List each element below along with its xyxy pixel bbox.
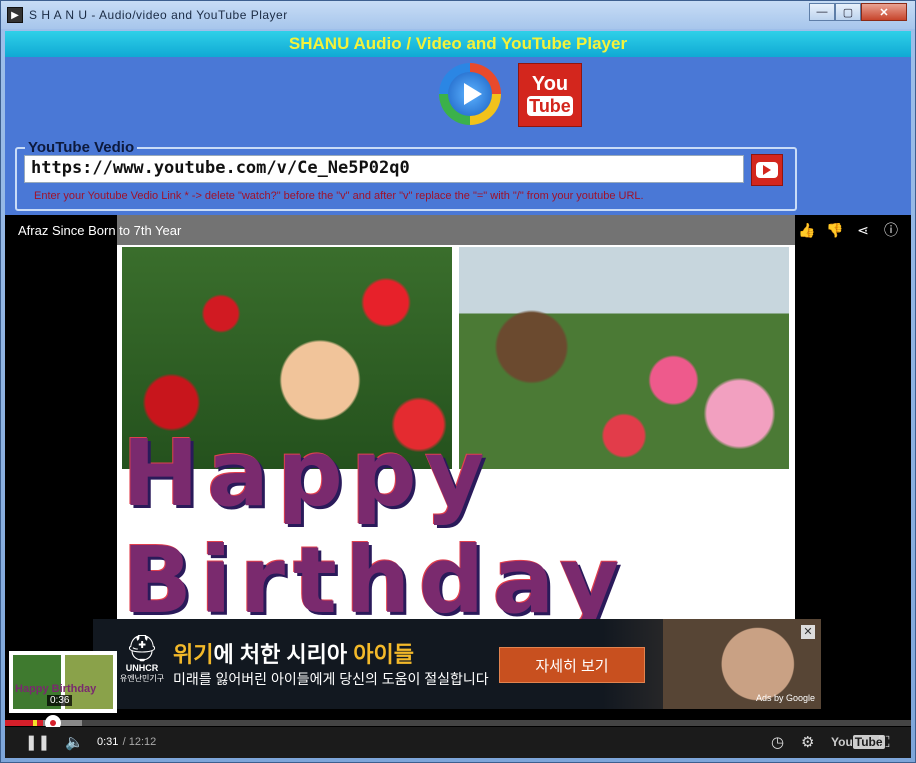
pause-icon[interactable]: ❚❚ xyxy=(25,732,50,752)
unhcr-logo-name: UNHCR xyxy=(125,663,159,673)
youtube-url-group: YouTube Vedio https://www.youtube.com/v/… xyxy=(15,139,797,211)
ad-banner[interactable]: ⛑ UNHCR 유엔난민기구 위기에 처한 시리아 아이들 미래를 잃어버린 아… xyxy=(93,619,821,709)
thumbs-down-icon[interactable]: 👎 xyxy=(825,220,845,240)
minimize-button[interactable]: — xyxy=(809,3,835,21)
play-triangle-icon xyxy=(763,165,771,175)
app-icon: ▶ xyxy=(7,7,23,23)
youtube-url-legend: YouTube Vedio xyxy=(25,139,138,156)
volume-icon[interactable]: 🔈 xyxy=(65,732,84,752)
fullscreen-icon[interactable]: ⛶ xyxy=(879,732,890,752)
ad-marker xyxy=(33,720,37,726)
unhcr-logo: ⛑ UNHCR 유엔난민기구 xyxy=(119,633,165,693)
current-time: 0:31 xyxy=(97,736,119,748)
media-player-inner xyxy=(448,72,492,116)
close-button[interactable]: ✕ xyxy=(861,3,907,21)
logo-row: You Tube xyxy=(5,57,911,131)
youtube-player[interactable]: Happy Birthday Afraz Since Born to 7th Y… xyxy=(5,215,911,758)
ads-by-google[interactable]: Ads by Google xyxy=(756,693,815,703)
youtube-play-button[interactable] xyxy=(751,154,783,186)
ad-headline: 위기에 처한 시리아 아이들 xyxy=(173,637,414,669)
header-band: SHANU Audio / Video and YouTube Player xyxy=(5,31,911,57)
app-title: SHANU Audio / Video and YouTube Player xyxy=(288,34,628,53)
url-hint: Enter your Youtube Vedio Link * -> delet… xyxy=(34,190,644,202)
play-icon xyxy=(463,83,482,105)
title-bar[interactable]: ▶ S H A N U - Audio/video and YouTube Pl… xyxy=(1,1,915,29)
duration: / 12:12 xyxy=(122,736,157,748)
youtube-brand-you: You xyxy=(831,735,853,749)
youtube-logo-you: You xyxy=(531,73,569,95)
video-overlay-text: Happy Birthday xyxy=(122,420,628,634)
video-frame[interactable]: Happy Birthday xyxy=(117,215,795,634)
scrub-preview-text: Happy Birthday xyxy=(15,683,97,695)
unhcr-logo-icon: ⛑ xyxy=(125,633,159,663)
settings-gear-icon[interactable]: ⚙ xyxy=(801,732,814,752)
scrub-preview: Happy Birthday 0:36 xyxy=(9,651,117,713)
ad-headline-part3: 아이들 xyxy=(353,642,414,667)
scrub-preview-time: 0:36 xyxy=(47,695,73,706)
watch-later-icon[interactable]: ◷ xyxy=(771,732,784,752)
window-controls: — ▢ ✕ xyxy=(809,3,907,21)
app-window: ▶ S H A N U - Audio/video and YouTube Pl… xyxy=(0,0,916,763)
video-actions: 👍 👎 ⋖ ⓘ xyxy=(797,220,901,240)
ad-close-button[interactable]: ✕ xyxy=(801,625,815,639)
window-title: S H A N U - Audio/video and YouTube Play… xyxy=(29,8,288,22)
video-title[interactable]: Afraz Since Born to 7th Year xyxy=(18,223,181,238)
ad-headline-part1: 위기 xyxy=(173,642,214,667)
video-title-bar: Afraz Since Born to 7th Year 👍 👎 ⋖ ⓘ xyxy=(5,215,911,245)
progress-bar[interactable] xyxy=(5,715,911,731)
ad-headline-part2: 에 처한 시리아 xyxy=(213,642,354,667)
youtube-logo-icon[interactable]: You Tube xyxy=(518,63,582,127)
ad-subline: 미래를 잃어버린 아이들에게 당신의 도움이 절실합니다 xyxy=(173,671,489,687)
share-icon[interactable]: ⋖ xyxy=(853,220,873,240)
youtube-brand[interactable]: You Tube xyxy=(831,732,885,752)
client-area: SHANU Audio / Video and YouTube Player Y… xyxy=(5,31,911,758)
maximize-button[interactable]: ▢ xyxy=(835,3,861,21)
progress-played xyxy=(5,720,44,726)
player-controls: ❚❚ 🔈 0:31 / 12:12 ◷ ⚙ You Tube ⛶ xyxy=(5,727,911,758)
media-player-icon[interactable] xyxy=(439,63,501,125)
info-icon[interactable]: ⓘ xyxy=(881,220,901,240)
youtube-logo-tube: Tube xyxy=(527,96,573,116)
youtube-url-input[interactable]: https://www.youtube.com/v/Ce_Ne5P02q0 xyxy=(24,155,744,183)
unhcr-logo-kr: 유엔난민기구 xyxy=(119,674,165,683)
thumbs-up-icon[interactable]: 👍 xyxy=(797,220,817,240)
youtube-play-icon xyxy=(756,162,778,178)
time-display: 0:31 / 12:12 xyxy=(97,732,156,752)
ad-cta-button[interactable]: 자세히 보기 xyxy=(499,647,645,683)
